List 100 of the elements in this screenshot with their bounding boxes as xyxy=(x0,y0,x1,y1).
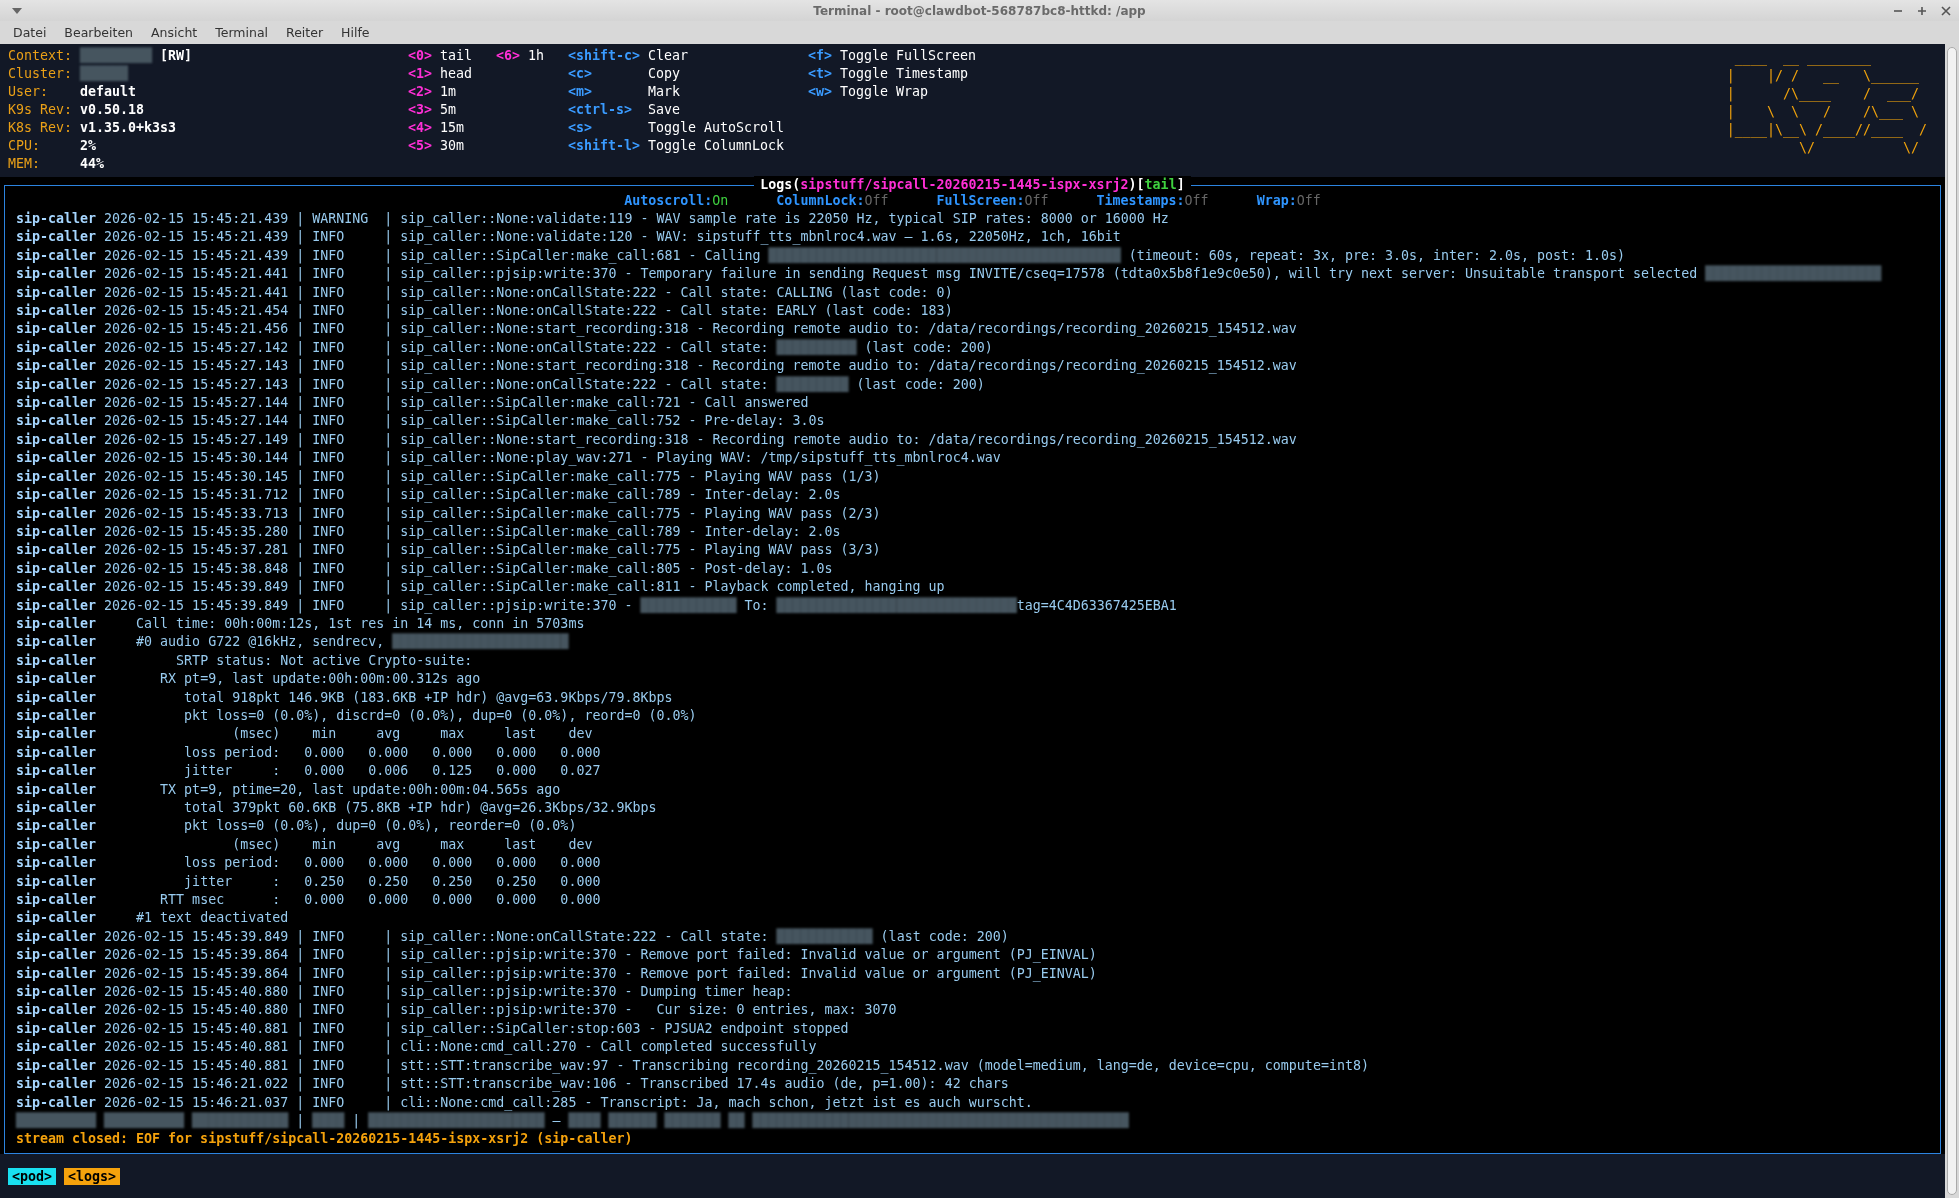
shortcut-key: <c> xyxy=(568,65,640,83)
toggle-status: Wrap:Off xyxy=(1256,192,1321,210)
caret-icon[interactable] xyxy=(12,7,22,14)
menu-item[interactable]: Ansicht xyxy=(142,23,207,42)
menu-item[interactable]: Bearbeiten xyxy=(55,23,143,42)
log-line: sip-caller 2026-02-15 15:45:21.439 | INFO | sip_caller::SipCaller:make_call:681 - Calling ████████████████████████████████████████████ (timeout: 60s, repeat: 3x, pre: 3.0s, inter: 2.0s, post: 1.0s) xyxy=(16,246,1626,266)
panel-title: Logs(sipstuff/sipcall-20260215-1445-ispx-xsrj2)[tail] xyxy=(754,176,1191,194)
log-line: sip-caller pkt loss=0 (0.0%), discrd=0 (0.0%), dup=0 (0.0%), reord=0 (0.0%) xyxy=(16,706,697,725)
log-line: sip-caller 2026-02-15 15:45:38.848 | INFO | sip_caller::SipCaller:make_call:805 - Post-delay: 1.0s xyxy=(16,559,833,579)
log-line: sip-caller 2026-02-15 15:45:39.849 | INFO | sip_caller::None:onCallState:222 - Call state: ████████████ (last code: 200) xyxy=(16,927,1009,947)
shortcut-key: <ctrl-s> xyxy=(568,101,640,119)
log-line: sip-caller 2026-02-15 15:45:21.439 | WARNING | sip_caller::None:validate:119 - WAV sample rate is 22050 Hz, typical SIP rates: 8000 or 16000 Hz xyxy=(16,210,1169,229)
shortcut-label: tail xyxy=(440,47,473,65)
shortcut-label: Toggle Timestamp xyxy=(840,65,969,83)
shortcut-key: <w> xyxy=(808,83,833,101)
log-line: sip-caller 2026-02-15 15:45:27.144 | INFO | sip_caller::SipCaller:make_call:752 - Pre-delay: 3.0s xyxy=(16,412,825,431)
maximize-icon[interactable] xyxy=(1917,5,1927,16)
log-line: sip-caller total 918pkt 146.9KB (183.6KB +IP hdr) @avg=63.9Kbps/79.8Kbps xyxy=(16,688,673,707)
toggle-status: Autoscroll:On xyxy=(624,192,729,210)
shortcut-label: Mark xyxy=(648,83,681,101)
log-line: sip-caller 2026-02-15 15:45:27.144 | INFO | sip_caller::SipCaller:make_call:721 - Call answered xyxy=(16,394,809,413)
log-line: sip-caller 2026-02-15 15:45:27.142 | INFO | sip_caller::None:onCallState:222 - Call state: ██████████ (last code: 200) xyxy=(16,338,993,358)
toggle-status: ColumnLock:Off xyxy=(776,192,889,210)
log-line: sip-caller 2026-02-15 15:45:37.281 | INFO | sip_caller::SipCaller:make_call:775 - Playing WAV pass (3/3) xyxy=(16,541,881,560)
scrollbar[interactable] xyxy=(1945,44,1959,1198)
shortcut-label: Save xyxy=(648,101,681,119)
log-line: sip-caller (msec) min avg max last dev xyxy=(16,725,593,744)
shortcut-label: 30m xyxy=(440,137,465,155)
shortcut-key: <shift-l> xyxy=(568,137,640,155)
log-line: sip-caller loss period: 0.000 0.000 0.000 0.000 0.000 xyxy=(16,854,601,873)
stream-status: stream closed: EOF for sipstuff/sipcall-20260215-1445-ispx-xsrj2 (sip-caller) xyxy=(16,1130,633,1149)
shortcut-key: <m> xyxy=(568,83,640,101)
info-label: User: xyxy=(8,83,50,101)
log-line: sip-caller loss period: 0.000 0.000 0.000 0.000 0.000 xyxy=(16,743,601,762)
info-value: default xyxy=(80,83,137,101)
log-line: sip-caller RTT msec : 0.000 0.000 0.000 0.000 0.000 xyxy=(16,891,601,910)
shortcut-label: head xyxy=(440,65,473,83)
window-title: Terminal - root@clawdbot-568787bc8-httkd: /app xyxy=(813,3,1146,18)
shortcut-key: <2> xyxy=(408,83,432,101)
log-line: sip-caller jitter : 0.000 0.006 0.125 0.000 0.027 xyxy=(16,762,601,781)
shortcut-key: <1> xyxy=(408,65,432,83)
log-line: sip-caller Call time: 00h:00m:12s, 1st res in 14 ms, conn in 5703ms xyxy=(16,614,585,633)
menu-item[interactable]: Hilfe xyxy=(332,23,379,42)
log-line: sip-caller 2026-02-15 15:45:21.441 | INFO | sip_caller::pjsip:write:370 - Temporary failure in sending Request msg INVITE/cseq=17578 (tdta0x5b8f1e9c0e50), will try next server: Unsuitable transport selected ██████████████████████ xyxy=(16,265,1882,284)
shortcut-key: <t> xyxy=(808,65,833,83)
shortcut-key: <6> xyxy=(496,47,520,65)
log-line: sip-caller 2026-02-15 15:45:40.880 | INFO | sip_caller::pjsip:write:370 - Cur size: 0 entries, max: 3070 xyxy=(16,1001,897,1020)
log-line: ██████████ ██████████ ████████████ | ████ | ██████████████████████ – ████ ██████ ███████ ██ ███████████████████████████████████████████████ xyxy=(16,1111,1129,1131)
shortcut-key: <3> xyxy=(408,101,432,119)
close-icon[interactable] xyxy=(1941,5,1951,16)
shortcut-key: <f> xyxy=(808,47,833,65)
log-line: sip-caller 2026-02-15 15:46:21.037 | INFO | cli::None:cmd_call:285 - Transcript: Ja, mach schon, jetzt ist es auch wurscht. xyxy=(16,1093,1033,1112)
shortcut-key: <0> xyxy=(408,47,432,65)
info-label: CPU: xyxy=(8,137,42,155)
log-line: sip-caller 2026-02-15 15:45:21.456 | INFO | sip_caller::None:start_recording:318 - Recording remote audio to: /data/recordings/recording_20260215_154512.wav xyxy=(16,320,1297,339)
menu-item[interactable]: Datei xyxy=(4,23,56,42)
shortcut-label: 1h xyxy=(528,47,544,65)
shortcut-key: <shift-c> xyxy=(568,47,640,65)
shortcut-label: Clear xyxy=(648,47,689,65)
log-line: sip-caller 2026-02-15 15:45:27.143 | INFO | sip_caller::None:start_recording:318 - Recording remote audio to: /data/recordings/recording_20260215_154512.wav xyxy=(16,357,1297,376)
log-line: sip-caller 2026-02-15 15:46:21.022 | INFO | stt::STT:transcribe_wav:106 - Transcribed 17.4s audio (de, p=1.00): 42 chars xyxy=(16,1075,1009,1094)
log-line: sip-caller #1 text deactivated xyxy=(16,909,289,928)
info-label: K8s Rev: xyxy=(8,119,74,137)
log-line: sip-caller 2026-02-15 15:45:40.881 | INFO | cli::None:cmd_call:270 - Call completed successfully xyxy=(16,1038,817,1057)
log-line: sip-caller jitter : 0.250 0.250 0.250 0.250 0.000 xyxy=(16,872,601,891)
breadcrumb[interactable]: <pod> xyxy=(8,1167,57,1185)
shortcut-key: <5> xyxy=(408,137,432,155)
shortcut-label: Toggle ColumnLock xyxy=(648,137,785,155)
log-line: sip-caller RX pt=9, last update:00h:00m:00.312s ago xyxy=(16,670,481,689)
log-line: sip-caller 2026-02-15 15:45:30.145 | INFO | sip_caller::SipCaller:make_call:775 - Playing WAV pass (1/3) xyxy=(16,467,881,487)
info-value: █████████ [RW] xyxy=(80,47,193,65)
shortcut-label: 1m xyxy=(440,83,456,101)
shortcut-label: Copy xyxy=(648,65,681,83)
ascii-logo: ____ __ ________ | |/ / __ \______ | /\____ / ___/ | \ \ / /\___ \ |____|\__\ /____//____ / \/ \/ xyxy=(1726,49,1927,157)
log-line: sip-caller 2026-02-15 15:45:31.712 | INFO | sip_caller::SipCaller:make_call:789 - Inter-delay: 2.0s xyxy=(16,486,841,505)
shortcut-key: <4> xyxy=(408,119,432,137)
shortcut-label: 15m xyxy=(440,119,465,137)
log-line: sip-caller 2026-02-15 15:45:39.849 | INFO | sip_caller::SipCaller:make_call:811 - Playback completed, hanging up xyxy=(16,578,945,597)
log-line: sip-caller 2026-02-15 15:45:35.280 | INFO | sip_caller::SipCaller:make_call:789 - Inter-delay: 2.0s xyxy=(16,522,841,542)
shortcut-key: <s> xyxy=(568,119,640,137)
log-line: sip-caller 2026-02-15 15:45:40.881 | INFO | sip_caller::SipCaller:stop:603 - PJSUA2 endpoint stopped xyxy=(16,1019,849,1039)
shortcut-label: Toggle AutoScroll xyxy=(648,119,785,137)
info-value: v0.50.18 xyxy=(80,101,145,119)
log-line: sip-caller TX pt=9, ptime=20, last update:00h:00m:04.565s ago xyxy=(16,780,561,799)
log-line: sip-caller 2026-02-15 15:45:21.441 | INFO | sip_caller::None:onCallState:222 - Call state: CALLING (last code: 0) xyxy=(16,283,953,303)
toggle-status: Timestamps:Off xyxy=(1096,192,1209,210)
shortcut-label: Toggle Wrap xyxy=(840,83,929,101)
log-line: sip-caller 2026-02-15 15:45:40.881 | INFO | stt::STT:transcribe_wav:97 - Transcribing recording_20260215_154512.wav (model=medium, lang=de, device=cpu, compute=int8) xyxy=(16,1056,1369,1076)
log-line: sip-caller 2026-02-15 15:45:33.713 | INFO | sip_caller::SipCaller:make_call:775 - Playing WAV pass (2/3) xyxy=(16,504,881,523)
shortcut-label: Toggle FullScreen xyxy=(840,47,977,65)
log-line: sip-caller 2026-02-15 15:45:39.864 | INFO | sip_caller::pjsip:write:370 - Remove port failed: Invalid value or argument (PJ_EINVAL) xyxy=(16,964,1097,984)
menu-item[interactable]: Terminal xyxy=(206,23,278,42)
info-label: MEM: xyxy=(8,155,42,173)
breadcrumb[interactable]: <logs> xyxy=(64,1167,121,1185)
toggle-status: FullScreen:Off xyxy=(936,192,1049,210)
log-line: sip-caller 2026-02-15 15:45:40.880 | INFO | sip_caller::pjsip:write:370 - Dumping timer heap: xyxy=(16,983,793,1002)
log-line: sip-caller (msec) min avg max last dev xyxy=(16,835,593,854)
log-line: sip-caller 2026-02-15 15:45:27.149 | INFO | sip_caller::None:start_recording:318 - Recording remote audio to: /data/recordings/recording_20260215_154512.wav xyxy=(16,430,1297,450)
log-line: sip-caller total 379pkt 60.6KB (75.8KB +IP hdr) @avg=26.3Kbps/32.9Kbps xyxy=(16,799,657,817)
menu-item[interactable]: Reiter xyxy=(277,23,333,42)
